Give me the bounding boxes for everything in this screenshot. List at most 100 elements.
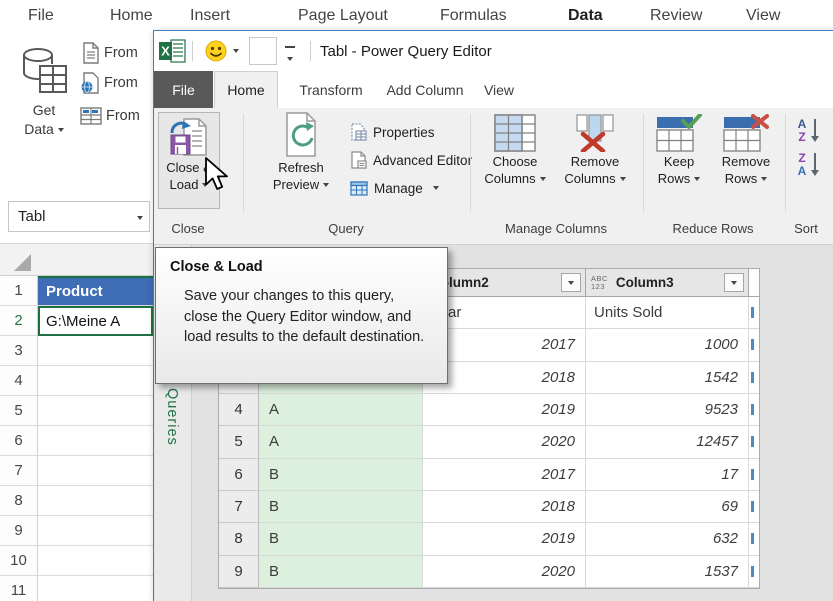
keep-rows-button[interactable]: Keep Rows [650,114,708,187]
cell[interactable] [38,516,153,546]
column1-cell[interactable]: B [259,556,423,588]
from-web-icon [80,72,100,94]
cell[interactable] [38,546,153,576]
row-header[interactable]: 5 [0,396,38,426]
row-header[interactable]: 2 [0,306,38,336]
pq-tab-file[interactable]: File [154,71,213,108]
properties-button[interactable]: Properties [350,121,435,143]
column3-cell[interactable]: 17 [586,459,749,491]
column3-cell[interactable]: 12457 [586,426,749,458]
column3-cell[interactable]: 69 [586,491,749,523]
sort-descending-button[interactable]: Z A [795,150,823,183]
row-header[interactable]: 11 [0,576,38,601]
column2-cell[interactable]: 2018 [423,491,586,523]
remove-rows-button[interactable]: Remove Rows [714,114,778,187]
column3-header[interactable]: ABC 123 Column3 [586,269,749,296]
group-label-sort: Sort [794,221,818,236]
row-header[interactable]: 3 [0,336,38,366]
from-table-range-button[interactable]: From [80,106,140,126]
pq-title-bar[interactable]: X Tabl - Power Query Editor [154,31,833,71]
column1-cell[interactable]: A [259,394,423,426]
cell[interactable] [38,576,153,601]
column-header-strip[interactable] [0,244,153,276]
row-number-cell[interactable]: 9 [219,556,259,588]
column2-filter-button[interactable] [561,273,581,292]
remove-columns-button[interactable]: Remove Columns [558,114,632,187]
quick-access-slot[interactable] [249,37,277,65]
row-number-cell[interactable]: 7 [219,491,259,523]
row-header[interactable]: 6 [0,426,38,456]
row-header[interactable]: 1 [0,276,38,306]
column1-cell[interactable]: A [259,426,423,458]
cell[interactable] [38,426,153,456]
remove-columns-label-1: Remove [558,154,632,171]
row-header[interactable]: 7 [0,456,38,486]
row-number-cell[interactable]: 4 [219,394,259,426]
pq-tab-home[interactable]: Home [214,71,278,108]
excel-tab-insert[interactable]: Insert [190,7,230,25]
column3-cell[interactable]: Units Sold [586,297,749,329]
keep-rows-label-1: Keep [650,154,708,171]
column3-filter-button[interactable] [724,273,744,292]
column2-cell[interactable]: 2019 [423,394,586,426]
cell[interactable] [38,486,153,516]
row-number-cell[interactable]: 5 [219,426,259,458]
advanced-editor-button[interactable]: Advanced Editor [350,149,472,171]
sheet-row-11: 11 [0,576,153,601]
advanced-editor-icon [350,151,367,169]
manage-button[interactable]: Manage [350,177,439,199]
customize-toolbar-button[interactable] [285,46,296,68]
column2-cell[interactable]: 2020 [423,556,586,588]
column3-cell[interactable]: 1542 [586,362,749,394]
row-header[interactable]: 8 [0,486,38,516]
remove-rows-label-2: Rows [714,171,778,188]
column2-cell[interactable]: 2019 [423,523,586,555]
column1-cell[interactable]: B [259,523,423,555]
row-header[interactable]: 10 [0,546,38,576]
cell[interactable] [38,366,153,396]
pq-tab-transform[interactable]: Transform [293,71,369,108]
refresh-preview-button[interactable]: Refresh Preview [260,112,342,193]
excel-sheet: 1 Product 2 G:\Meine A 3 4 5 6 7 8 [0,244,153,601]
pq-tab-view[interactable]: View [476,71,522,108]
pq-tab-add-column[interactable]: Add Column [380,71,470,108]
column2-cell[interactable]: 2017 [423,459,586,491]
cell[interactable] [38,336,153,366]
excel-tab-review[interactable]: Review [650,7,702,25]
sheet-row-10: 10 [0,546,153,576]
row-number-cell[interactable]: 6 [219,459,259,491]
excel-tab-data[interactable]: Data [568,7,603,25]
name-box[interactable]: Tabl [8,201,150,232]
cell[interactable] [38,456,153,486]
chevron-down-icon[interactable] [137,216,143,220]
column1-cell[interactable]: B [259,491,423,523]
excel-tab-file[interactable]: File [28,7,54,25]
cell-a1[interactable]: Product [38,276,153,306]
keep-rows-icon [656,114,702,152]
excel-tab-formulas[interactable]: Formulas [440,7,507,25]
cell[interactable] [38,396,153,426]
row-header[interactable]: 9 [0,516,38,546]
sheet-row-7: 7 [0,456,153,486]
row-header[interactable]: 4 [0,366,38,396]
cell-a2-selected[interactable]: G:\Meine A [38,306,153,336]
column1-cell[interactable]: B [259,459,423,491]
from-table-label: From [106,108,140,124]
row-number-cell[interactable]: 8 [219,523,259,555]
get-data-button[interactable]: Get Data [12,46,76,139]
column3-cell[interactable]: 1000 [586,329,749,361]
sort-ascending-button[interactable]: A Z [795,116,823,149]
select-all-corner[interactable] [14,254,31,271]
choose-columns-button[interactable]: Choose Columns [480,114,550,187]
excel-tab-view[interactable]: View [746,7,780,25]
excel-tab-home[interactable]: Home [110,7,153,25]
column3-cell[interactable]: 632 [586,523,749,555]
smiley-feedback-button[interactable] [205,40,239,62]
column2-cell[interactable]: 2020 [423,426,586,458]
from-text-csv-button[interactable]: From [80,42,138,64]
column3-cell[interactable]: 9523 [586,394,749,426]
from-web-button[interactable]: From [80,72,138,94]
excel-tab-page-layout[interactable]: Page Layout [298,7,388,25]
from-text-icon [80,42,100,64]
column3-cell[interactable]: 1537 [586,556,749,588]
